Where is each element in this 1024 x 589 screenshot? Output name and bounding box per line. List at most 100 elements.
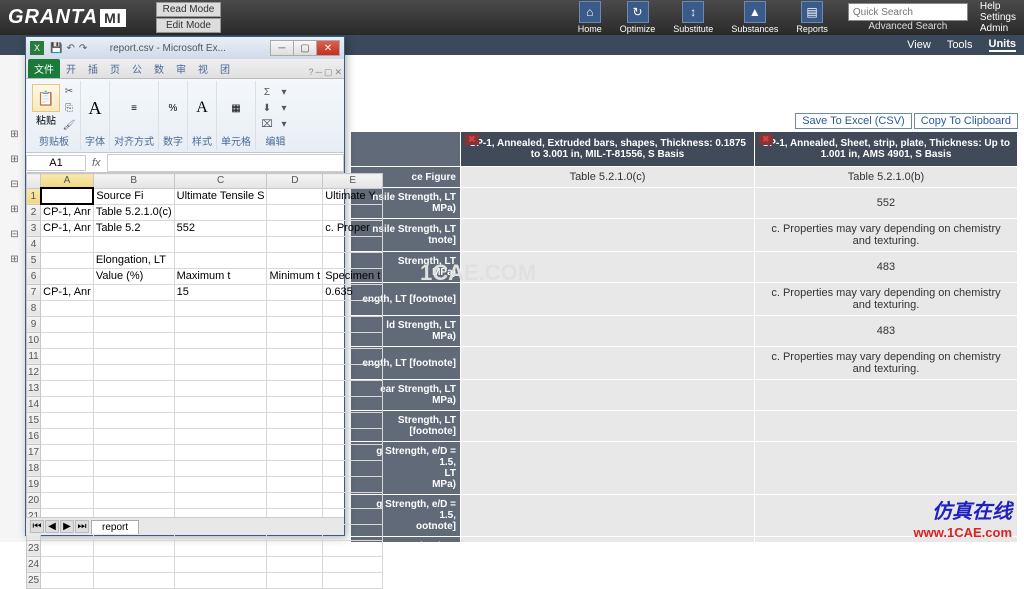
sheet-nav-next-icon[interactable]: ▶ (60, 520, 74, 533)
cell[interactable] (174, 556, 267, 572)
cell[interactable]: Elongation, LT (93, 252, 174, 268)
cell[interactable] (267, 252, 323, 268)
cell[interactable] (323, 396, 383, 412)
cell[interactable] (41, 428, 94, 444)
row-header[interactable]: 2 (27, 204, 41, 220)
help-link[interactable]: Help (980, 1, 1016, 12)
tree-node-icon[interactable]: ⊞ (10, 204, 18, 215)
cell[interactable] (41, 300, 94, 316)
cell[interactable] (93, 380, 174, 396)
row-header[interactable]: 10 (27, 332, 41, 348)
fx-icon[interactable]: fx (86, 157, 107, 169)
cell[interactable] (41, 460, 94, 476)
cell[interactable] (41, 188, 94, 204)
nav-home[interactable]: ⌂Home (570, 0, 610, 36)
cell[interactable] (174, 460, 267, 476)
nav-substances[interactable]: ▲Substances (723, 0, 786, 36)
row-header[interactable]: 14 (27, 396, 41, 412)
column-header[interactable]: B (93, 174, 174, 189)
row-header[interactable]: 3 (27, 220, 41, 236)
nav-reports[interactable]: ▤Reports (788, 0, 836, 36)
tree-node-icon[interactable]: ⊞ (10, 129, 18, 140)
cell[interactable] (41, 492, 94, 508)
ribbon-tab[interactable]: 插 (82, 59, 104, 78)
formula-input[interactable] (107, 154, 344, 172)
cell[interactable] (174, 492, 267, 508)
column-header[interactable]: E (323, 174, 383, 189)
cell[interactable] (174, 428, 267, 444)
cell[interactable] (174, 540, 267, 556)
cell[interactable] (323, 380, 383, 396)
cell[interactable]: CP-1, Anr (41, 284, 94, 300)
cell[interactable] (41, 348, 94, 364)
menu-units[interactable]: Units (989, 38, 1017, 52)
number-group[interactable]: %数字 (159, 81, 188, 150)
cell[interactable] (93, 572, 174, 588)
ribbon-tab[interactable]: 开 (60, 59, 82, 78)
cell[interactable] (41, 540, 94, 556)
tree-node-icon[interactable]: ⊟ (10, 179, 18, 190)
cell[interactable] (323, 444, 383, 460)
row-header[interactable]: 18 (27, 460, 41, 476)
cell[interactable] (267, 348, 323, 364)
cell[interactable] (174, 332, 267, 348)
ribbon-tab[interactable]: 审 (170, 59, 192, 78)
editing-group[interactable]: Σ▾ ⬇▾ ⌧▾ 编辑 (256, 81, 295, 150)
name-box[interactable]: A1 (26, 155, 86, 171)
cell[interactable] (93, 428, 174, 444)
row-header[interactable]: 23 (27, 540, 41, 556)
ribbon-tab[interactable]: 团 (214, 59, 236, 78)
cell[interactable] (267, 316, 323, 332)
cell[interactable] (267, 284, 323, 300)
admin-link[interactable]: Admin (980, 23, 1016, 34)
cell[interactable] (41, 476, 94, 492)
cell[interactable] (93, 412, 174, 428)
cell[interactable] (323, 316, 383, 332)
row-header[interactable]: 19 (27, 476, 41, 492)
cell[interactable] (93, 476, 174, 492)
settings-link[interactable]: Settings (980, 12, 1016, 23)
cell[interactable]: Source Fi (93, 188, 174, 204)
cell[interactable] (267, 396, 323, 412)
cell[interactable] (174, 396, 267, 412)
font-group[interactable]: A字体 (81, 81, 110, 150)
cell[interactable] (267, 428, 323, 444)
row-header[interactable]: 5 (27, 252, 41, 268)
cut-icon[interactable]: ✂ (62, 84, 76, 98)
cell[interactable] (267, 236, 323, 252)
cell[interactable] (267, 556, 323, 572)
alignment-group[interactable]: ≡对齐方式 (110, 81, 159, 150)
cells-group[interactable]: ▦单元格 (217, 81, 256, 150)
cell[interactable] (174, 364, 267, 380)
cell[interactable]: 15 (174, 284, 267, 300)
edit-mode-button[interactable]: Edit Mode (156, 18, 222, 33)
cell[interactable] (323, 412, 383, 428)
cell[interactable]: CP-1, Anr (41, 204, 94, 220)
row-header[interactable]: 13 (27, 380, 41, 396)
cell[interactable] (267, 220, 323, 236)
cell[interactable] (93, 444, 174, 460)
cell[interactable] (41, 412, 94, 428)
cell[interactable] (41, 252, 94, 268)
file-tab[interactable]: 文件 (28, 59, 60, 78)
format-painter-icon[interactable]: 🖌 (62, 118, 76, 132)
cell[interactable]: Ultimate Tensile S (174, 188, 267, 204)
cell[interactable] (93, 236, 174, 252)
doc-close-icon[interactable]: ✕ (334, 67, 342, 78)
cell[interactable] (323, 428, 383, 444)
cell[interactable] (93, 316, 174, 332)
cell[interactable] (323, 572, 383, 588)
cell[interactable]: Specimen t (323, 268, 383, 284)
close-button[interactable]: ✕ (316, 40, 340, 56)
row-header[interactable]: 20 (27, 492, 41, 508)
row-header[interactable]: 7 (27, 284, 41, 300)
cell[interactable] (41, 444, 94, 460)
cell[interactable]: Minimum t (267, 268, 323, 284)
sheet-tab-report[interactable]: report (91, 520, 139, 534)
row-header[interactable]: 17 (27, 444, 41, 460)
column-header[interactable]: A (41, 174, 94, 189)
cell[interactable] (174, 380, 267, 396)
ribbon-tab[interactable]: 公 (126, 59, 148, 78)
sheet-nav-first-icon[interactable]: ⏮ (30, 520, 44, 533)
copy-icon[interactable]: ⎘ (62, 101, 76, 115)
